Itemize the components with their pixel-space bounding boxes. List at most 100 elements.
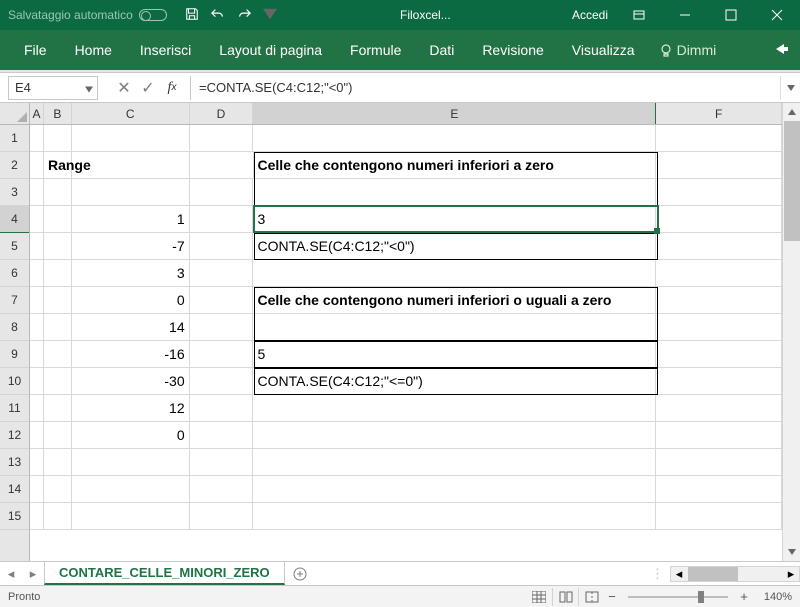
cell-C9[interactable]: -16 [72,341,190,368]
col-header[interactable]: B [44,103,72,124]
row-header[interactable]: 10 [0,368,29,395]
cell-C4[interactable]: 1 [72,206,190,233]
scroll-left-icon[interactable]: ◂ [671,566,687,582]
share-button[interactable] [774,41,790,60]
tab-revisione[interactable]: Revisione [468,30,557,70]
row-header[interactable]: 8 [0,314,29,341]
sheet-nav-next[interactable]: ▸ [22,562,44,585]
scroll-up-icon[interactable] [783,103,800,121]
row-header[interactable]: 15 [0,503,29,530]
row-header[interactable]: 6 [0,260,29,287]
ribbon-tabs: File Home Inserisci Layout di pagina For… [0,30,800,70]
spreadsheet-grid: 1 2 3 4 5 6 7 8 9 10 11 12 13 14 15 A B … [0,103,800,561]
row-header[interactable]: 3 [0,179,29,206]
cell-C10[interactable]: -30 [72,368,190,395]
cell-C6[interactable]: 3 [72,260,190,287]
tab-home[interactable]: Home [61,30,126,70]
col-header[interactable]: F [656,103,782,124]
cell-E7[interactable]: Celle che contengono numeri inferiori o … [253,287,656,314]
redo-icon[interactable] [237,7,251,24]
tab-dati[interactable]: Dati [415,30,468,70]
row-header[interactable]: 12 [0,422,29,449]
save-icon[interactable] [185,7,199,24]
cell-C8[interactable]: 14 [72,314,190,341]
ribbon-options-button[interactable] [616,0,662,30]
row-header[interactable]: 9 [0,341,29,368]
row-header[interactable]: 13 [0,449,29,476]
row-header[interactable]: 11 [0,395,29,422]
cell-E9[interactable]: 5 [253,341,656,368]
cancel-formula-button[interactable]: ✕ [112,76,136,100]
scroll-right-icon[interactable]: ▸ [783,566,799,582]
zoom-in-button[interactable]: + [736,589,752,604]
cell-E2[interactable]: Celle che contengono numeri inferiori a … [254,152,657,179]
row-header[interactable]: 1 [0,125,29,152]
tab-visualizza[interactable]: Visualizza [558,30,649,70]
sheet-tab-bar: ◂ ▸ CONTARE_CELLE_MINORI_ZERO ⋮ ◂ ▸ [0,561,800,585]
tab-file[interactable]: File [10,30,61,70]
row-headers: 1 2 3 4 5 6 7 8 9 10 11 12 13 14 15 [0,103,30,561]
sheet-tab[interactable]: CONTARE_CELLE_MINORI_ZERO [44,562,285,585]
cell-C5[interactable]: -7 [72,233,190,260]
tab-formule[interactable]: Formule [336,30,415,70]
autosave-label: Salvataggio automatico [8,8,133,22]
col-header[interactable]: A [30,103,44,124]
tab-inserisci[interactable]: Inserisci [126,30,205,70]
horizontal-scrollbar[interactable]: ◂ ▸ [670,566,800,582]
name-box-value: E4 [15,80,31,95]
cell-E4[interactable]: 3 [253,206,656,233]
cell-C12[interactable]: 0 [72,422,190,449]
formula-input[interactable] [190,76,780,100]
row-header[interactable]: 5 [0,233,29,260]
scroll-down-icon[interactable] [783,543,800,561]
undo-icon[interactable] [211,7,225,24]
autosave-toggle[interactable]: Salvataggio automatico [0,8,175,22]
expand-formula-bar[interactable] [780,76,800,100]
maximize-button[interactable] [708,0,754,30]
tab-layout[interactable]: Layout di pagina [205,30,336,70]
row-header[interactable]: 14 [0,476,29,503]
select-all-corner[interactable] [0,103,29,125]
tell-me-label: Dimmi [677,42,717,58]
fx-button[interactable]: fx [160,76,184,100]
title-bar: Salvataggio automatico Filoxcel... Acced… [0,0,800,30]
cell-area[interactable]: Range Celle che contengono numeri inferio… [30,125,782,530]
sign-in-link[interactable]: Accedi [564,8,616,22]
vertical-scrollbar[interactable] [782,103,800,561]
minimize-button[interactable] [662,0,708,30]
drag-handle-icon[interactable]: ⋮ [651,566,670,582]
name-box[interactable]: E4 [8,76,98,100]
view-page-layout-button[interactable] [552,588,578,606]
tell-me[interactable]: Dimmi [649,42,727,58]
row-header[interactable]: 4 [0,206,29,233]
status-ready: Pronto [8,591,40,603]
view-normal-button[interactable] [526,588,552,606]
add-sheet-button[interactable] [285,567,315,581]
zoom-knob[interactable] [698,591,704,603]
bulb-icon [659,43,673,57]
col-header[interactable]: C [72,103,190,124]
sheet-nav-prev[interactable]: ◂ [0,562,22,585]
confirm-formula-button[interactable]: ✓ [136,76,160,100]
col-header[interactable]: D [190,103,254,124]
col-header[interactable]: E [253,103,656,124]
cell-E5[interactable]: CONTA.SE(C4:C12;"<0") [253,233,656,260]
chevron-down-icon [85,80,93,95]
hscroll-thumb[interactable] [688,567,738,581]
row-header[interactable]: 7 [0,287,29,314]
status-bar: Pronto − + 140% [0,585,800,607]
quick-access-toolbar [175,7,287,24]
view-page-break-button[interactable] [578,588,604,606]
zoom-out-button[interactable]: − [604,589,620,604]
cell-E10[interactable]: CONTA.SE(C4:C12;"<=0") [253,368,656,395]
zoom-level[interactable]: 140% [752,591,792,603]
qat-more-icon[interactable] [263,7,277,24]
cell-C7[interactable]: 0 [72,287,190,314]
grid-cells[interactable]: A B C D E F Range Celle che contengono nu… [30,103,782,561]
zoom-slider[interactable] [628,596,728,598]
cell-C11[interactable]: 12 [72,395,190,422]
row-header[interactable]: 2 [0,152,29,179]
close-button[interactable] [754,0,800,30]
scroll-thumb[interactable] [784,121,800,241]
cell-B2[interactable]: Range [44,152,72,179]
